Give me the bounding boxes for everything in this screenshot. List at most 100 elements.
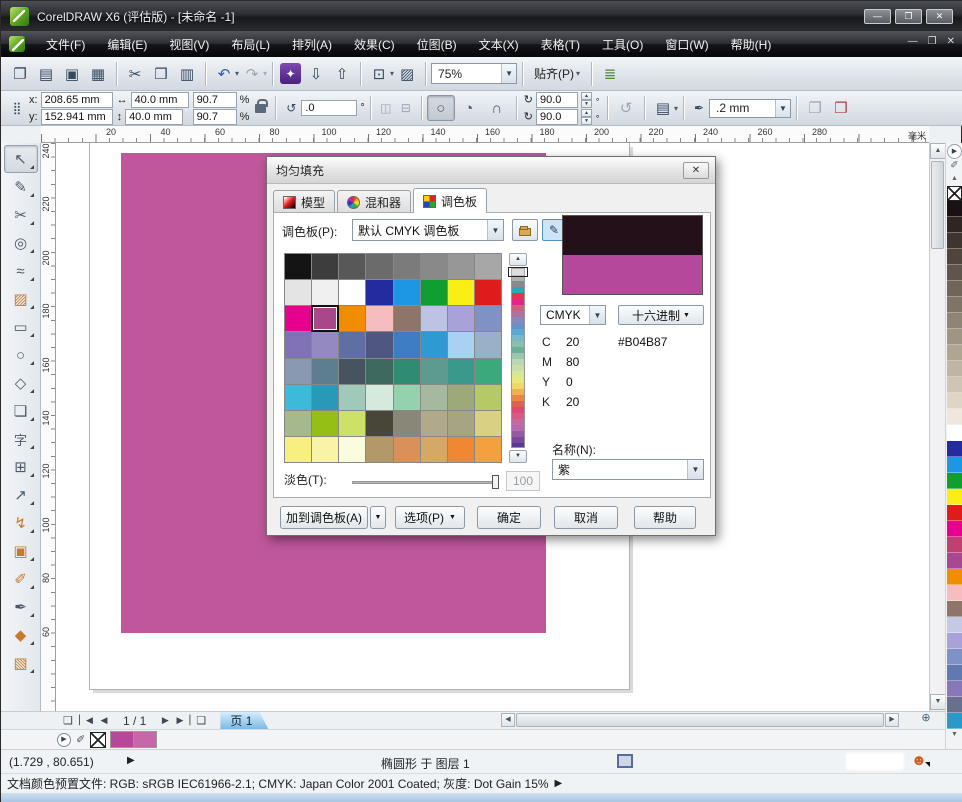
strip-up-icon[interactable]: ▲ — [509, 253, 527, 266]
crop-tool-icon[interactable]: ✂ — [4, 201, 38, 229]
new-document-icon[interactable]: ❐ — [8, 62, 32, 86]
strip-down-icon[interactable]: ▼ — [509, 450, 527, 463]
options-icon[interactable]: ≣ — [598, 62, 622, 86]
paste-icon[interactable]: ▥ — [175, 62, 199, 86]
grid-swatch[interactable] — [394, 385, 420, 410]
grid-swatch[interactable] — [285, 332, 311, 357]
grid-swatch[interactable] — [339, 254, 365, 279]
menu-item-7[interactable]: 文本(X) — [468, 32, 530, 57]
palette-select-dropdown[interactable]: 默认 CMYK 调色板 ▼ — [352, 219, 504, 241]
grid-swatch[interactable] — [475, 385, 501, 410]
ellipse-mode-button[interactable]: ○ — [427, 95, 455, 121]
pick-tool-icon[interactable]: ↖ — [4, 145, 38, 173]
mirror-horizontal-icon[interactable]: ◫ — [377, 96, 395, 120]
grid-swatch[interactable] — [448, 306, 474, 331]
doc-restore-icon[interactable]: ❐ — [928, 36, 937, 47]
minimize-button[interactable]: — — [864, 9, 891, 24]
vertical-ruler[interactable]: 2402202001801601401201008060 — [41, 143, 56, 711]
object-height-field[interactable]: 40.0 mm — [125, 109, 183, 125]
grid-swatch[interactable] — [448, 411, 474, 436]
x-position-field[interactable]: 208.65 mm — [41, 92, 113, 108]
menu-item-6[interactable]: 位图(B) — [406, 32, 468, 57]
dialog-title-bar[interactable]: 均匀填充 — [267, 157, 715, 184]
horizontal-scroll-thumb[interactable] — [516, 713, 884, 727]
grid-swatch[interactable] — [475, 254, 501, 279]
doc-close-icon[interactable]: ✕ — [947, 36, 955, 47]
strip-colors[interactable] — [511, 268, 525, 448]
vertical-scroll-thumb[interactable] — [931, 161, 944, 249]
horizontal-ruler[interactable]: 毫米 2040608010012014016018020022024026028… — [41, 126, 929, 143]
previous-page-icon[interactable]: ◀ — [95, 715, 113, 726]
navigator-icon[interactable]: ⊕ — [915, 711, 937, 728]
no-color-swatch[interactable] — [947, 186, 962, 201]
palette-swatch[interactable] — [947, 553, 962, 569]
smart-fill-tool-icon[interactable]: ▨ — [4, 285, 38, 313]
grid-swatch[interactable] — [312, 332, 338, 357]
palette-swatch[interactable] — [947, 217, 962, 233]
add-page-end-icon[interactable]: ❏ — [192, 714, 210, 727]
grid-swatch[interactable] — [421, 280, 447, 305]
copy-icon[interactable]: ❒ — [149, 62, 173, 86]
scale-y-field[interactable]: 90.7 — [193, 109, 237, 125]
palette-swatch[interactable] — [947, 233, 962, 249]
grid-swatch[interactable] — [312, 254, 338, 279]
menu-item-0[interactable]: 文件(F) — [35, 32, 96, 57]
grid-swatch[interactable] — [448, 385, 474, 410]
add-to-palette-dropdown-icon[interactable]: ▼ — [370, 506, 386, 529]
save-icon[interactable]: ▣ — [60, 62, 84, 86]
palette-swatch[interactable] — [947, 649, 962, 665]
strip-swatch[interactable] — [512, 443, 524, 448]
palette-swatch[interactable] — [947, 505, 962, 521]
menu-item-2[interactable]: 视图(V) — [158, 32, 220, 57]
last-page-icon[interactable]: ▶▕ — [174, 715, 192, 726]
docpal-no-color-swatch[interactable] — [90, 732, 106, 748]
vertical-scrollbar[interactable]: ▲ ▼ — [929, 143, 945, 711]
print-icon[interactable]: ▦ — [86, 62, 110, 86]
zoom-tool-icon[interactable]: ◎ — [4, 229, 38, 257]
grid-swatch[interactable] — [394, 254, 420, 279]
grid-swatch[interactable] — [366, 306, 392, 331]
grid-swatch[interactable] — [366, 411, 392, 436]
mirror-vertical-icon[interactable]: ⊟ — [397, 96, 415, 120]
tab-2[interactable]: 调色板 — [413, 188, 487, 213]
docpal-flyout-icon[interactable]: ▶ — [57, 733, 71, 747]
grid-swatch[interactable] — [366, 254, 392, 279]
grid-swatch[interactable] — [448, 254, 474, 279]
grid-swatch[interactable] — [312, 306, 338, 331]
grid-swatch[interactable] — [475, 411, 501, 436]
palette-swatch[interactable] — [947, 697, 962, 713]
start-angle-field[interactable]: 90.0 — [536, 92, 578, 108]
palette-swatch[interactable] — [947, 457, 962, 473]
grid-swatch[interactable] — [285, 359, 311, 384]
fill-tool-icon[interactable]: ◆ — [4, 621, 38, 649]
outline-pen-tool-icon[interactable]: ✒ — [4, 593, 38, 621]
connector-tool-icon[interactable]: ↯ — [4, 509, 38, 537]
fullscreen-dropdown-icon[interactable]: ▾ — [390, 69, 394, 78]
text-tool-icon[interactable]: 字 — [4, 425, 38, 453]
scroll-right-icon[interactable]: ▶ — [885, 713, 899, 727]
basic-shapes-tool-icon[interactable]: ❏ — [4, 397, 38, 425]
scroll-up-icon[interactable]: ▲ — [930, 143, 946, 159]
end-angle-field[interactable]: 90.0 — [536, 109, 578, 125]
grid-swatch[interactable] — [312, 437, 338, 462]
menu-item-4[interactable]: 排列(A) — [281, 32, 343, 57]
palette-swatch[interactable] — [947, 313, 962, 329]
dimension-tool-icon[interactable]: ↗ — [4, 481, 38, 509]
y-position-field[interactable]: 152.941 mm — [41, 109, 113, 125]
menu-item-3[interactable]: 布局(L) — [220, 32, 281, 57]
open-palette-button[interactable] — [512, 219, 538, 241]
scale-x-field[interactable]: 90.7 — [193, 92, 237, 108]
first-page-icon[interactable]: ▏◀ — [77, 715, 95, 726]
tint-slider-track[interactable] — [352, 481, 494, 484]
to-curve-icon[interactable]: ❐ — [803, 96, 827, 120]
palette-swatch[interactable] — [947, 601, 962, 617]
grid-swatch[interactable] — [394, 411, 420, 436]
outline-width-dropdown-icon[interactable]: ▼ — [775, 100, 790, 117]
docpal-eyedropper-icon[interactable]: ✐ — [76, 733, 85, 746]
grid-swatch[interactable] — [312, 411, 338, 436]
palette-swatch[interactable] — [947, 329, 962, 345]
grid-swatch[interactable] — [394, 306, 420, 331]
welcome-screen-icon[interactable]: ✦ — [280, 63, 301, 84]
change-direction-icon[interactable]: ↺ — [614, 96, 638, 120]
palette-flyout-icon[interactable]: ▶ — [947, 144, 962, 159]
